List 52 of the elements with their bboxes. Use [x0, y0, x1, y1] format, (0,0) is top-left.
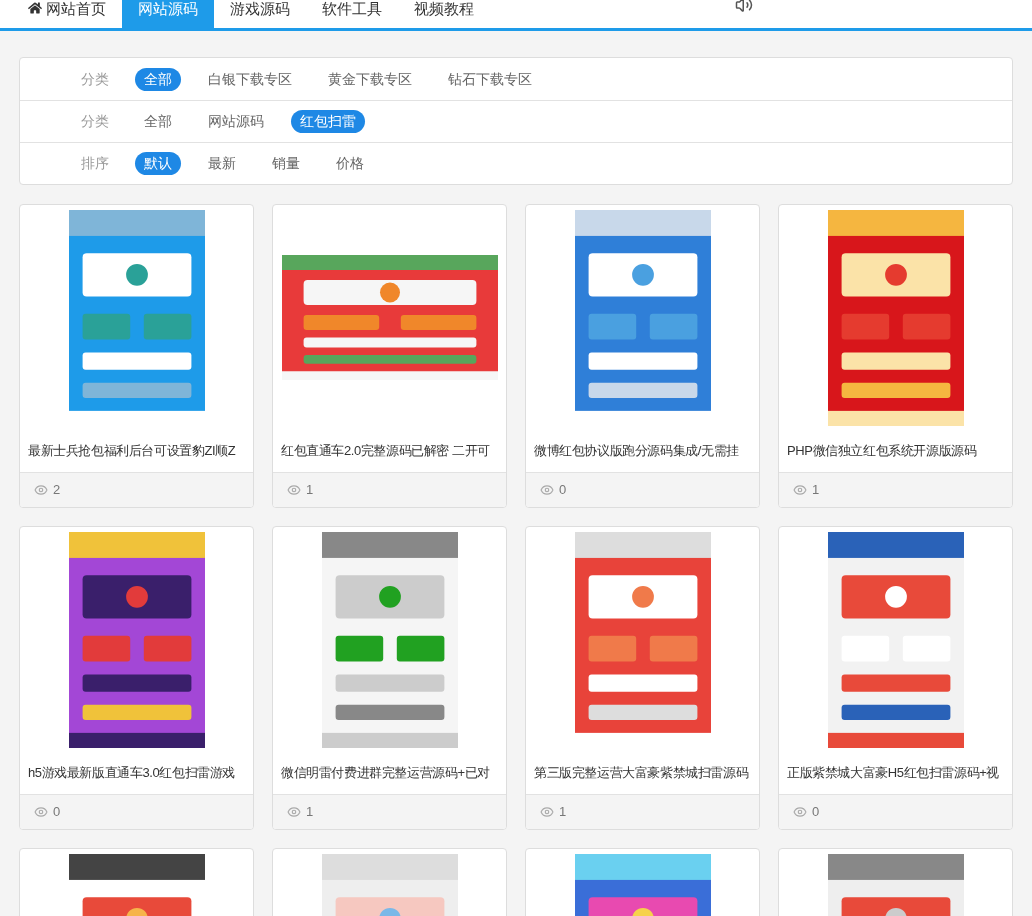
volume-icon[interactable]	[735, 0, 753, 14]
filter-option[interactable]: 全部	[135, 67, 181, 91]
filter-option[interactable]: 销量	[263, 152, 309, 175]
view-count: 1	[306, 481, 314, 500]
view-count: 1	[306, 803, 314, 822]
view-count: 0	[812, 803, 820, 822]
card-title[interactable]: 正版紫禁城大富豪H5红包扫雷源码+视	[779, 752, 1012, 794]
product-card[interactable]: 正版紫禁城大富豪H5红包扫雷源码+视 0	[778, 526, 1013, 830]
filter-option[interactable]: 价格	[327, 152, 373, 175]
eye-icon	[287, 805, 301, 819]
product-card[interactable]: 第三版完整运营大富豪紫禁城扫雷源码 1	[525, 526, 760, 830]
eye-icon	[793, 805, 807, 819]
card-title[interactable]: PHP微信独立红包系统开源版源码	[779, 430, 1012, 472]
view-count: 1	[559, 803, 567, 822]
filter-label: 分类	[81, 112, 110, 131]
filter-label: 排序	[81, 154, 110, 173]
filter-option[interactable]: 最新	[199, 152, 245, 175]
card-title[interactable]: 微博红包协议版跑分源码集成/无需挂	[526, 430, 759, 472]
home-icon	[28, 1, 42, 15]
filter-label: 分类	[81, 69, 110, 89]
eye-icon	[793, 483, 807, 497]
eye-icon	[34, 483, 48, 497]
product-card[interactable]: PHP微信独立红包系统开源版源码 1	[778, 204, 1013, 508]
view-count: 2	[53, 481, 61, 500]
filter-option[interactable]: 钻石下载专区	[439, 67, 541, 91]
eye-icon	[287, 483, 301, 497]
product-card[interactable]: 微博红包协议版跑分源码集成/无需挂 0	[525, 204, 760, 508]
product-card[interactable]: h5游戏最新版直通车3.0红包扫雷游戏 0	[19, 526, 254, 830]
nav-link[interactable]: 软件工具	[306, 0, 398, 28]
card-title[interactable]: 第三版完整运营大富豪紫禁城扫雷源码	[526, 752, 759, 794]
card-title[interactable]: 红包直通车2.0完整源码已解密 二开可	[273, 430, 506, 472]
product-card[interactable]: 微信明雷付费进群完整运营源码+已对 1	[272, 526, 507, 830]
product-card[interactable]: 最新士兵抢包福利后台可设置豹ZI顺Z 2	[19, 204, 254, 508]
filter-option[interactable]: 默认	[135, 152, 181, 175]
eye-icon	[540, 483, 554, 497]
nav-link[interactable]: 网站首页	[12, 0, 122, 28]
card-title[interactable]: 最新士兵抢包福利后台可设置豹ZI顺Z	[20, 430, 253, 472]
eye-icon	[540, 805, 554, 819]
filter-option[interactable]: 黄金下载专区	[319, 67, 421, 91]
view-count: 0	[53, 803, 61, 822]
view-count: 0	[559, 481, 567, 500]
eye-icon	[34, 805, 48, 819]
product-card[interactable]: 红包直通车2.0完整源码已解密 二开可 1	[272, 204, 507, 508]
nav-link[interactable]: 视频教程	[398, 0, 490, 28]
filter-option[interactable]: 全部	[135, 110, 181, 133]
filter-option[interactable]: 红包扫雷	[291, 110, 365, 133]
view-count: 1	[812, 481, 820, 500]
card-title[interactable]: h5游戏最新版直通车3.0红包扫雷游戏	[20, 752, 253, 794]
nav-link[interactable]: 游戏源码	[214, 0, 306, 28]
card-title[interactable]: 微信明雷付费进群完整运营源码+已对	[273, 752, 506, 794]
filter-option[interactable]: 网站源码	[199, 110, 273, 133]
filter-option[interactable]: 白银下载专区	[199, 67, 301, 91]
